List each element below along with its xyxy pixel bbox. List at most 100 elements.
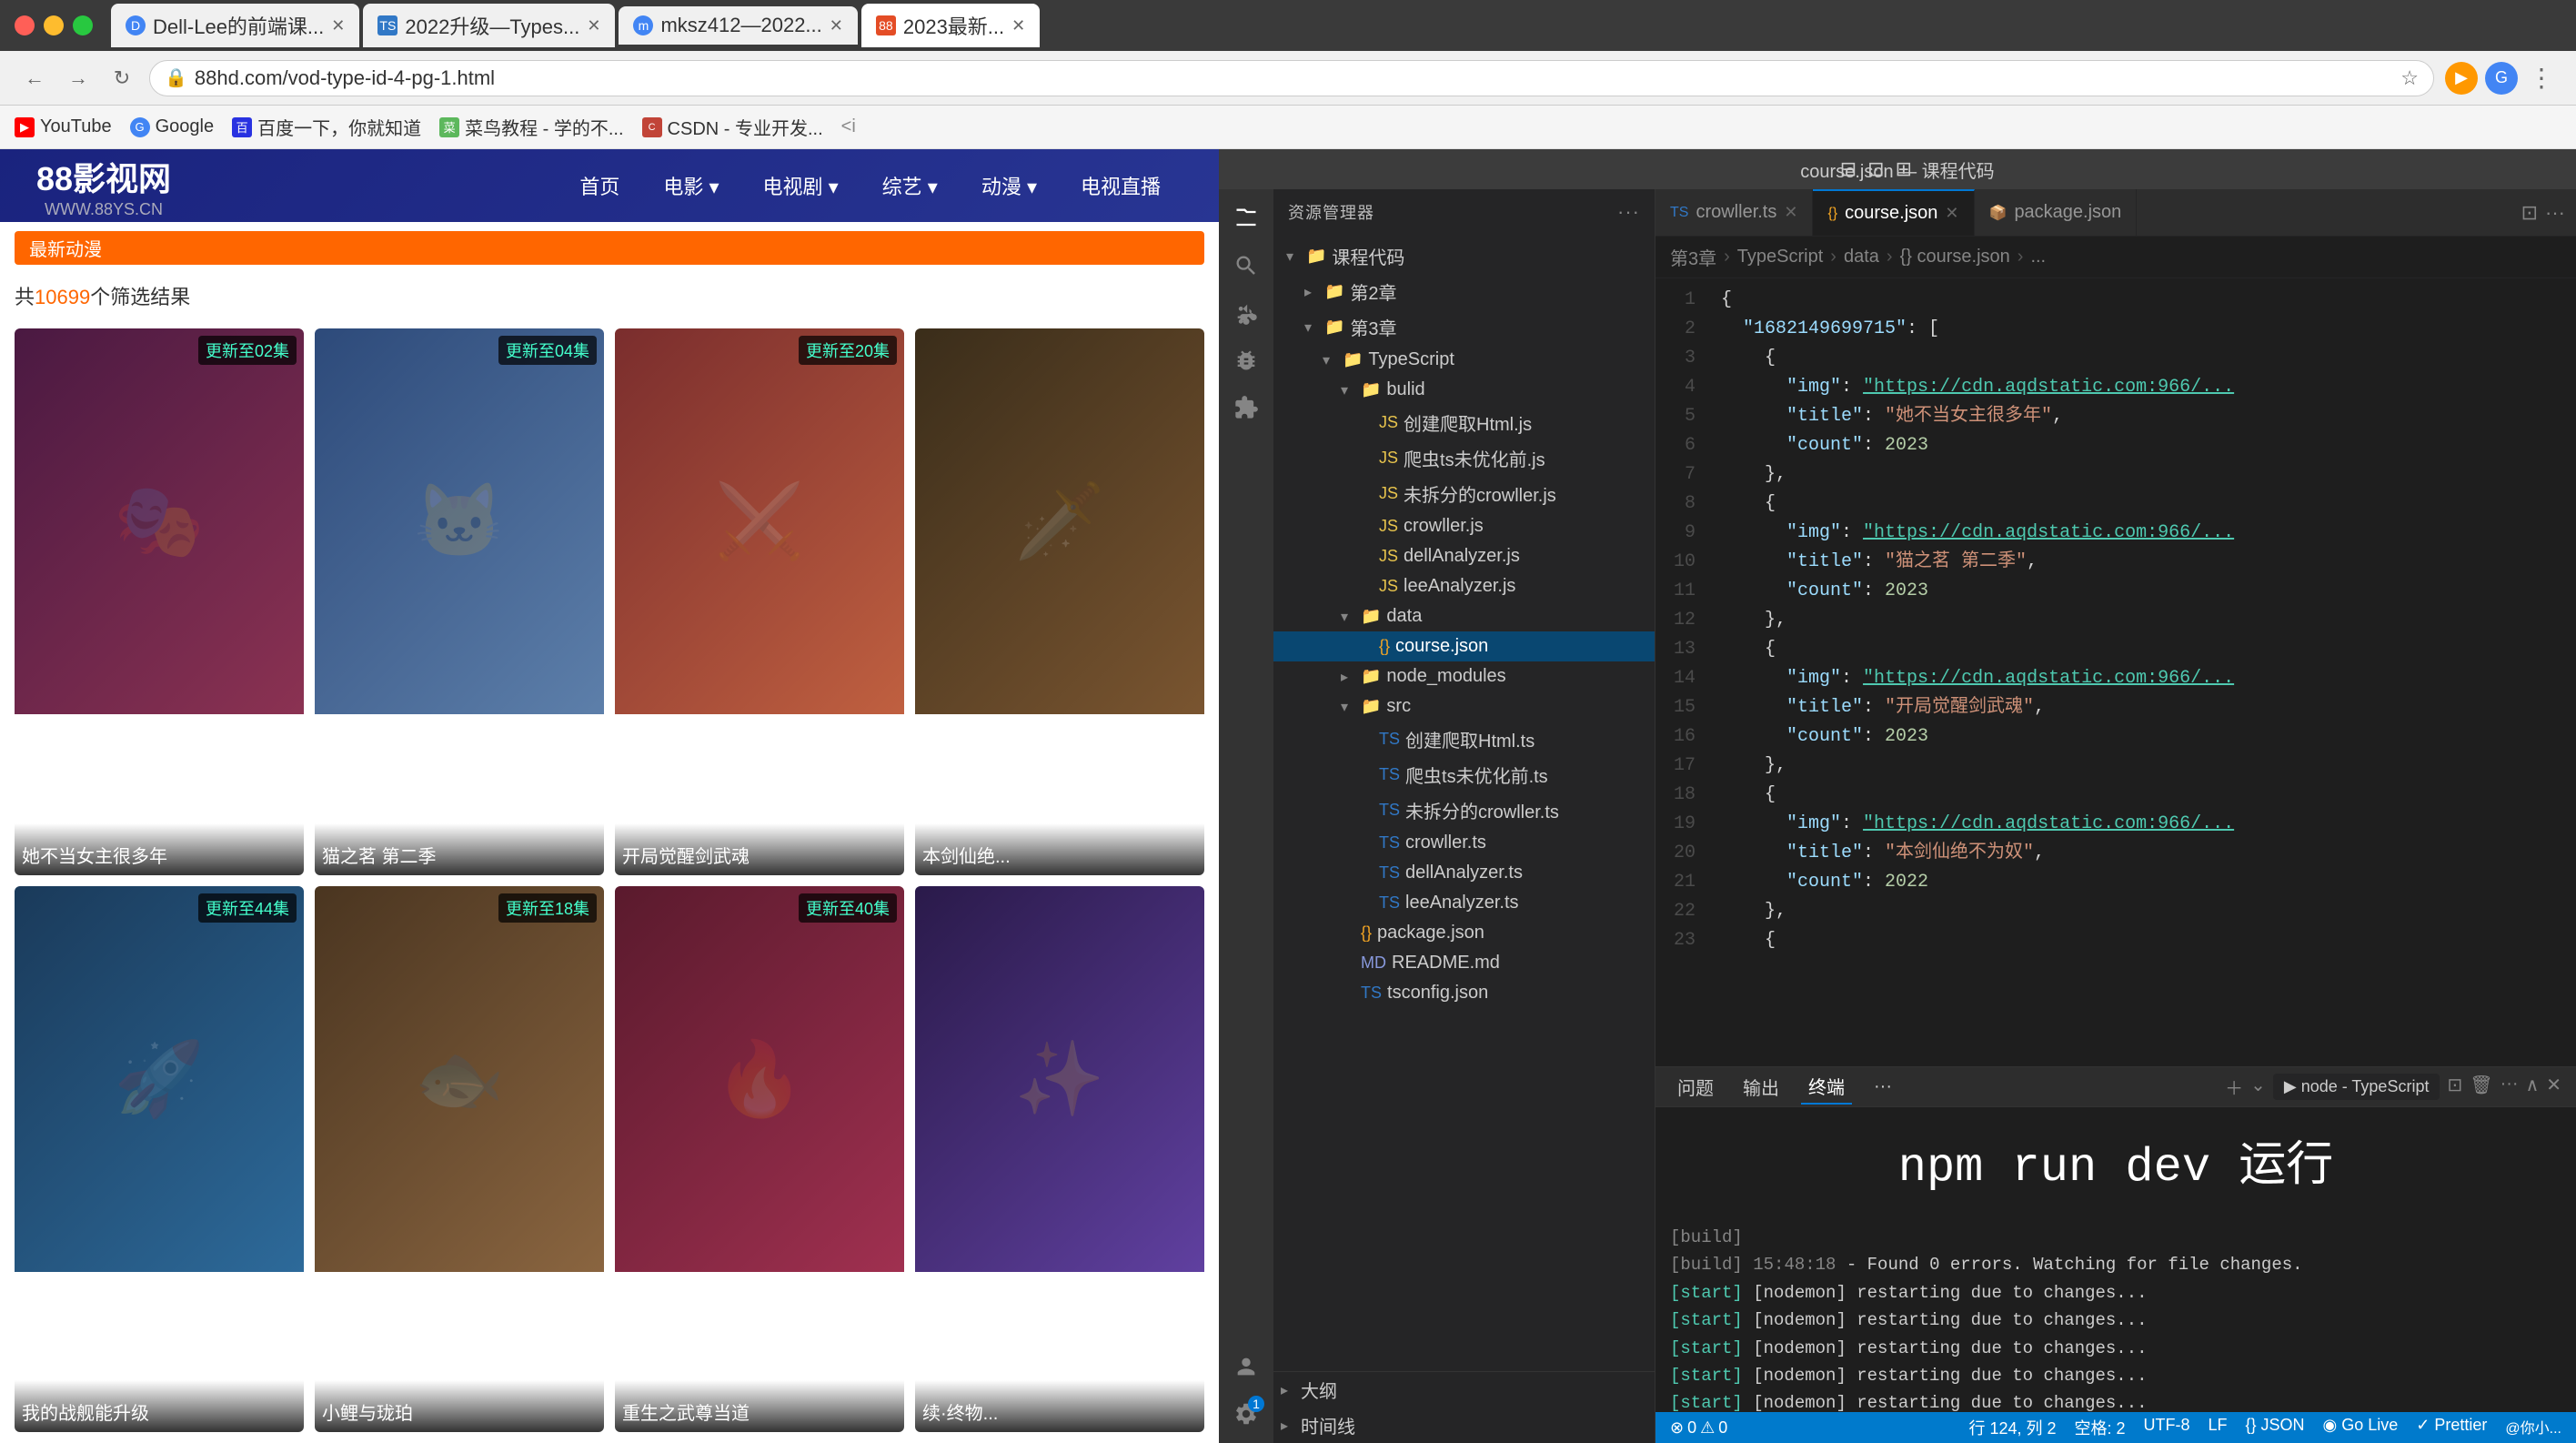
split-editor-icon[interactable]: ⊡ (2521, 201, 2538, 225)
tree-file-crawlhtml-ts[interactable]: TS 创建爬取Html.ts (1273, 722, 1655, 757)
star-icon[interactable]: ☆ (2400, 66, 2419, 90)
status-encoding[interactable]: UTF-8 (2144, 1416, 2190, 1439)
status-go-live[interactable]: ◉ Go Live (2323, 1416, 2399, 1439)
tree-file-tsconfig[interactable]: TS tsconfig.json (1273, 978, 1655, 1008)
nav-tv[interactable]: 电视剧 ▾ (741, 162, 860, 209)
status-spaces[interactable]: 空格: 2 (2074, 1416, 2125, 1439)
bookmark-csdn[interactable]: C CSDN - 专业开发... (642, 114, 823, 140)
status-line-ending[interactable]: LF (2209, 1416, 2228, 1439)
browser-tab-4[interactable]: 88 2023最新... ✕ (861, 4, 1040, 47)
tree-data-folder[interactable]: ▾ 📁 data (1273, 601, 1655, 631)
outline-toggle[interactable]: ▸ 大纲 (1273, 1372, 1655, 1408)
tab-problems[interactable]: 问题 (1670, 1070, 1721, 1104)
tree-file-package-json[interactable]: {} package.json (1273, 918, 1655, 948)
extensions-icon[interactable]: ▶ (2445, 62, 2478, 95)
tree-file-leeanalyzer-ts[interactable]: TS leeAnalyzer.ts (1273, 888, 1655, 918)
status-prettier[interactable]: ✓ Prettier (2416, 1416, 2487, 1439)
browser-tab-1[interactable]: D Dell-Lee的前端课... ✕ (111, 4, 359, 47)
profile-icon[interactable]: G (2485, 62, 2518, 95)
minimize-button[interactable] (44, 15, 64, 35)
tab-close-1[interactable]: ✕ (331, 16, 345, 35)
tree-file-leeanalyzer-js[interactable]: JS leeAnalyzer.js (1273, 571, 1655, 601)
bookmark-youtube[interactable]: ▶ YouTube (15, 116, 112, 137)
bookmark-google[interactable]: G Google (130, 116, 215, 137)
anime-card-7[interactable]: 🔥 更新至40集 重生之武尊当道 (615, 886, 904, 1433)
tree-bulid[interactable]: ▾ 📁 bulid (1273, 375, 1655, 405)
search-icon[interactable] (1224, 244, 1268, 288)
nav-home[interactable]: 首页 (558, 162, 641, 209)
maximize-button[interactable] (73, 15, 93, 35)
tab-close-course[interactable]: ✕ (1945, 204, 1958, 223)
tab-output[interactable]: 输出 (1736, 1070, 1786, 1104)
tab-close-2[interactable]: ✕ (587, 16, 600, 35)
sidebar-more-icon[interactable]: ··· (1617, 200, 1640, 224)
tree-file-crowller-unsplit[interactable]: JS 未拆分的crowller.js (1273, 476, 1655, 511)
anime-card-1[interactable]: 🎭 更新至02集 她不当女主很多年 (15, 328, 304, 875)
tree-file-crowller-unsplit-ts[interactable]: TS 未拆分的crowller.ts (1273, 792, 1655, 828)
anime-card-5[interactable]: 🚀 更新至44集 我的战舰能升级 (15, 886, 304, 1433)
browser-tab-3[interactable]: m mksz412—2022... ✕ (619, 6, 857, 45)
bookmark-runoob[interactable]: 菜 菜鸟教程 - 学的不... (439, 114, 623, 140)
tab-package-json[interactable]: 📦 package.json (1975, 189, 2138, 236)
tree-root[interactable]: ▾ 📁 课程代码 (1273, 238, 1655, 274)
close-button[interactable] (15, 15, 35, 35)
tab-terminal[interactable]: 终端 (1801, 1069, 1852, 1105)
anime-card-3[interactable]: ⚔️ 更新至20集 开局觉醒剑武魂 (615, 328, 904, 875)
tab-course-json[interactable]: {} course.json ✕ (1813, 189, 1974, 236)
status-language[interactable]: {} JSON (2246, 1416, 2305, 1439)
anime-card-4[interactable]: 🗡️ 本剑仙绝... (915, 328, 1204, 875)
tree-file-crowller-ts[interactable]: TS crowller.ts (1273, 828, 1655, 858)
back-button[interactable]: ← (18, 62, 51, 95)
status-errors[interactable]: ⊗ 0 ⚠ 0 (1670, 1418, 1727, 1438)
terminal-split-icon[interactable]: ⊡ (2447, 1074, 2462, 1100)
tree-chapter2[interactable]: ▸ 📁 第2章 (1273, 274, 1655, 309)
debug-icon[interactable] (1224, 338, 1268, 382)
terminal-more-icon[interactable]: ··· (2501, 1074, 2519, 1100)
reload-button[interactable]: ↻ (106, 62, 138, 95)
tree-file-crawlhtml[interactable]: JS 创建爬取Html.js (1273, 405, 1655, 440)
status-line-col[interactable]: 行 124, 列 2 (1968, 1416, 2056, 1439)
tree-file-course-json[interactable]: {} course.json (1273, 631, 1655, 661)
tree-file-crowller-js[interactable]: JS crowller.js (1273, 511, 1655, 541)
terminal-add-icon[interactable]: ＋ (2225, 1074, 2243, 1100)
bookmark-baidu[interactable]: 百 百度一下，你就知道 (232, 114, 421, 140)
account-icon[interactable] (1224, 1345, 1268, 1388)
timeline-toggle[interactable]: ▸ 时间线 (1273, 1408, 1655, 1443)
vscode-layout-icon[interactable]: ⊟ (1840, 157, 1857, 181)
tree-node-modules[interactable]: ▸ 📁 node_modules (1273, 661, 1655, 691)
terminal-chevron-up-icon[interactable]: ∧ (2526, 1074, 2540, 1100)
more-actions-icon[interactable]: ··· (2545, 201, 2565, 225)
tree-file-crawler-unopt-ts[interactable]: TS 爬虫ts未优化前.ts (1273, 757, 1655, 792)
nav-variety[interactable]: 综艺 ▾ (860, 162, 960, 209)
settings-icon[interactable]: 1 (1224, 1392, 1268, 1436)
tree-typescript[interactable]: ▾ 📁 TypeScript (1273, 345, 1655, 375)
code-text[interactable]: { "1682149699715": [ { "img": "https://c… (1706, 278, 2576, 1066)
explorer-icon[interactable] (1224, 197, 1268, 240)
address-bar[interactable]: 🔒 88hd.com/vod-type-id-4-pg-1.html ☆ (149, 60, 2434, 96)
tab-close-4[interactable]: ✕ (1011, 16, 1025, 35)
nav-movies[interactable]: 电影 ▾ (641, 162, 740, 209)
tree-chapter3[interactable]: ▾ 📁 第3章 (1273, 309, 1655, 345)
vscode-split-icon[interactable]: ⊡ (1867, 157, 1884, 181)
terminal-down-icon[interactable]: ⌄ (2250, 1074, 2266, 1100)
source-control-icon[interactable] (1224, 291, 1268, 335)
tree-file-readme[interactable]: MD README.md (1273, 948, 1655, 978)
nav-live[interactable]: 电视直播 (1059, 162, 1182, 209)
tab-close-crowller[interactable]: ✕ (1784, 203, 1797, 222)
tree-file-dellanalyzer-ts[interactable]: TS dellAnalyzer.ts (1273, 858, 1655, 888)
tab-crowller-ts[interactable]: TS crowller.ts ✕ (1655, 189, 1813, 236)
forward-button[interactable]: → (62, 62, 95, 95)
browser-tab-2[interactable]: TS 2022升级—Types... ✕ (363, 4, 615, 47)
tree-src[interactable]: ▾ 📁 src (1273, 691, 1655, 722)
terminal-selector[interactable]: ▶ node - TypeScript (2273, 1074, 2440, 1100)
anime-card-2[interactable]: 🐱 更新至04集 猫之茗 第二季 (315, 328, 604, 875)
terminal-close-icon[interactable]: ✕ (2546, 1074, 2561, 1100)
terminal-trash-icon[interactable]: 🗑 (2470, 1074, 2492, 1100)
bookmark-more[interactable]: <i (841, 116, 856, 137)
extensions-icon[interactable] (1224, 386, 1268, 429)
anime-card-8[interactable]: ✨ 续·终物... (915, 886, 1204, 1433)
anime-card-6[interactable]: 🐟 更新至18集 小鲤与珑珀 (315, 886, 604, 1433)
more-tools-icon[interactable]: ⋮ (2525, 62, 2558, 95)
tree-file-crawler-unopt[interactable]: JS 爬虫ts未优化前.js (1273, 440, 1655, 476)
tab-more[interactable]: ··· (1867, 1073, 1899, 1101)
